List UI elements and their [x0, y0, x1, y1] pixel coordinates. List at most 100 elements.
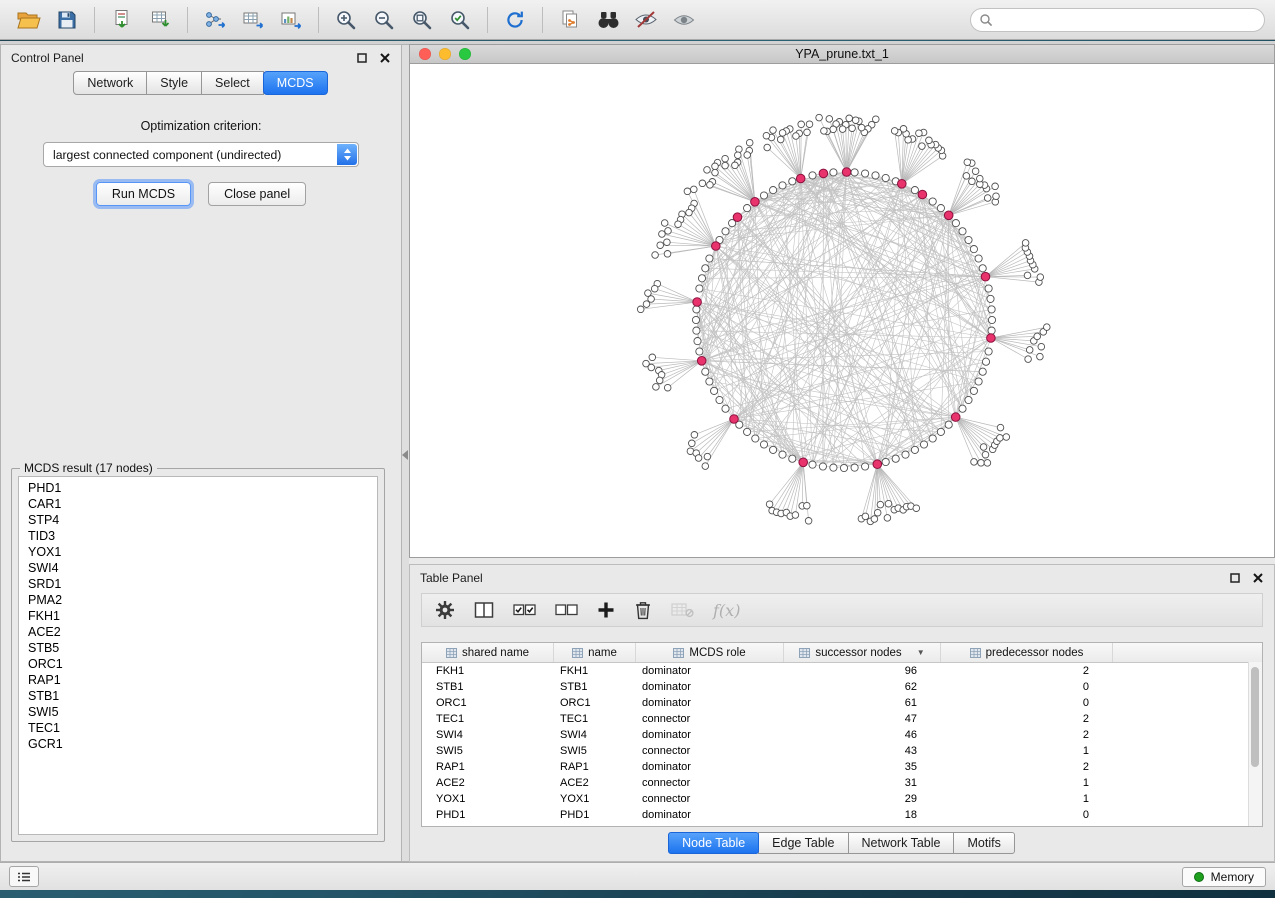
table-row[interactable]: SWI4SWI4dominator462 [422, 727, 1262, 743]
save-button[interactable] [48, 4, 86, 36]
refresh-button[interactable] [496, 4, 534, 36]
copy-network-button[interactable] [551, 4, 589, 36]
binoculars-button[interactable] [589, 4, 627, 36]
result-node-item[interactable]: SRD1 [19, 576, 377, 592]
zoom-out-button[interactable] [365, 4, 403, 36]
cell-mcds_role: connector [636, 745, 784, 757]
table-row[interactable]: PHD1PHD1dominator180 [422, 807, 1262, 823]
window-traffic-lights [419, 48, 471, 60]
result-node-item[interactable]: ORC1 [19, 656, 377, 672]
network-window: YPA_prune.txt_1 [409, 44, 1275, 558]
tab-edge-table[interactable]: Edge Table [758, 832, 848, 854]
memory-button[interactable]: Memory [1182, 867, 1266, 887]
result-node-item[interactable]: STB1 [19, 688, 377, 704]
result-node-item[interactable]: PHD1 [19, 480, 377, 496]
disabled-table-button[interactable] [671, 602, 694, 618]
result-node-item[interactable]: TEC1 [19, 720, 377, 736]
cell-mcds_role: connector [636, 777, 784, 789]
close-panel-icon[interactable] [379, 52, 391, 64]
table-scrollbar[interactable] [1248, 662, 1262, 826]
result-node-item[interactable]: PMA2 [19, 592, 377, 608]
show-eye-button[interactable] [665, 4, 703, 36]
tab-node-table[interactable]: Node Table [668, 832, 759, 854]
optimization-criterion-select[interactable]: largest connected component (undirected) [43, 142, 359, 167]
network-window-titlebar[interactable]: YPA_prune.txt_1 [409, 44, 1275, 64]
result-node-item[interactable]: CAR1 [19, 496, 377, 512]
table-row[interactable]: TEC1TEC1connector472 [422, 711, 1262, 727]
folder-open-button[interactable] [10, 4, 48, 36]
select-checks-button[interactable] [513, 602, 536, 618]
column-header-successor-nodes[interactable]: successor nodes▼ [784, 643, 941, 662]
result-node-item[interactable]: ACE2 [19, 624, 377, 640]
tab-network[interactable]: Network [73, 71, 147, 95]
table-row[interactable]: YOX1YOX1connector291 [422, 791, 1262, 807]
empty-checks-button[interactable] [555, 602, 578, 618]
cell-name: FKH1 [554, 665, 636, 677]
table-row[interactable]: STB1STB1dominator620 [422, 679, 1262, 695]
close-table-panel-icon[interactable] [1252, 572, 1264, 584]
close-panel-button[interactable]: Close panel [208, 182, 306, 206]
tab-network-table[interactable]: Network Table [848, 832, 955, 854]
result-node-item[interactable]: FKH1 [19, 608, 377, 624]
cell-predecessor_nodes: 2 [941, 761, 1113, 773]
result-node-item[interactable]: GCR1 [19, 736, 377, 752]
scrollbar-thumb[interactable] [1251, 667, 1259, 767]
zoom-fit-button[interactable] [403, 4, 441, 36]
toolbar-separator [542, 7, 543, 33]
table-row[interactable]: ACE2ACE2connector311 [422, 775, 1262, 791]
memory-button-label: Memory [1211, 870, 1254, 884]
result-node-item[interactable]: SWI5 [19, 704, 377, 720]
minimize-window-icon[interactable] [439, 48, 451, 60]
result-node-item[interactable]: TID3 [19, 528, 377, 544]
column-header-filler [1113, 643, 1262, 662]
result-node-item[interactable]: STB5 [19, 640, 377, 656]
gear-button[interactable] [435, 600, 455, 620]
panel-splitter[interactable] [402, 44, 409, 862]
cell-name: STB1 [554, 681, 636, 693]
float-table-panel-icon[interactable] [1229, 572, 1241, 584]
tab-style[interactable]: Style [146, 71, 202, 95]
cell-mcds_role: dominator [636, 761, 784, 773]
table-row[interactable]: SWI5SWI5connector431 [422, 743, 1262, 759]
import-file-button[interactable] [103, 4, 141, 36]
result-node-item[interactable]: SWI4 [19, 560, 377, 576]
column-header-name[interactable]: name [554, 643, 636, 662]
export-table-button[interactable] [234, 4, 272, 36]
hide-eye-button[interactable] [627, 4, 665, 36]
columns-button[interactable] [474, 601, 494, 619]
zoom-selected-button[interactable] [441, 4, 479, 36]
close-window-icon[interactable] [419, 48, 431, 60]
tab-mcds[interactable]: MCDS [263, 71, 328, 95]
network-graph[interactable] [410, 64, 1274, 556]
column-header-shared-name[interactable]: shared name [422, 643, 554, 662]
table-row[interactable]: ORC1ORC1dominator610 [422, 695, 1262, 711]
float-panel-icon[interactable] [356, 52, 368, 64]
mcds-result-list[interactable]: PHD1CAR1STP4TID3YOX1SWI4SRD1PMA2FKH1ACE2… [18, 476, 378, 835]
result-node-item[interactable]: YOX1 [19, 544, 377, 560]
network-window-title: YPA_prune.txt_1 [410, 47, 1274, 61]
add-button[interactable] [597, 601, 615, 619]
tab-select[interactable]: Select [201, 71, 264, 95]
maximize-window-icon[interactable] [459, 48, 471, 60]
tab-motifs[interactable]: Motifs [953, 832, 1014, 854]
table-row[interactable]: FKH1FKH1dominator962 [422, 663, 1262, 679]
import-table-button[interactable] [141, 4, 179, 36]
function-builder-button[interactable]: f(x) [713, 601, 740, 620]
delete-button[interactable] [634, 600, 652, 620]
search-input[interactable] [970, 8, 1265, 32]
splitter-collapse-icon[interactable] [402, 450, 408, 460]
cell-name: ACE2 [554, 777, 636, 789]
panel-menu-button[interactable] [9, 866, 39, 887]
column-header-predecessor-nodes[interactable]: predecessor nodes [941, 643, 1113, 662]
run-mcds-button[interactable]: Run MCDS [96, 182, 191, 206]
result-node-item[interactable]: STP4 [19, 512, 377, 528]
fx-icon: f(x) [713, 601, 740, 620]
network-view-canvas[interactable] [409, 64, 1275, 558]
column-header-MCDS-role[interactable]: MCDS role [636, 643, 784, 662]
zoom-in-button[interactable] [327, 4, 365, 36]
table-row[interactable]: RAP1RAP1dominator352 [422, 759, 1262, 775]
export-image-button[interactable] [272, 4, 310, 36]
export-network-button[interactable] [196, 4, 234, 36]
result-node-item[interactable]: RAP1 [19, 672, 377, 688]
table-panel-title: Table Panel [420, 571, 483, 585]
